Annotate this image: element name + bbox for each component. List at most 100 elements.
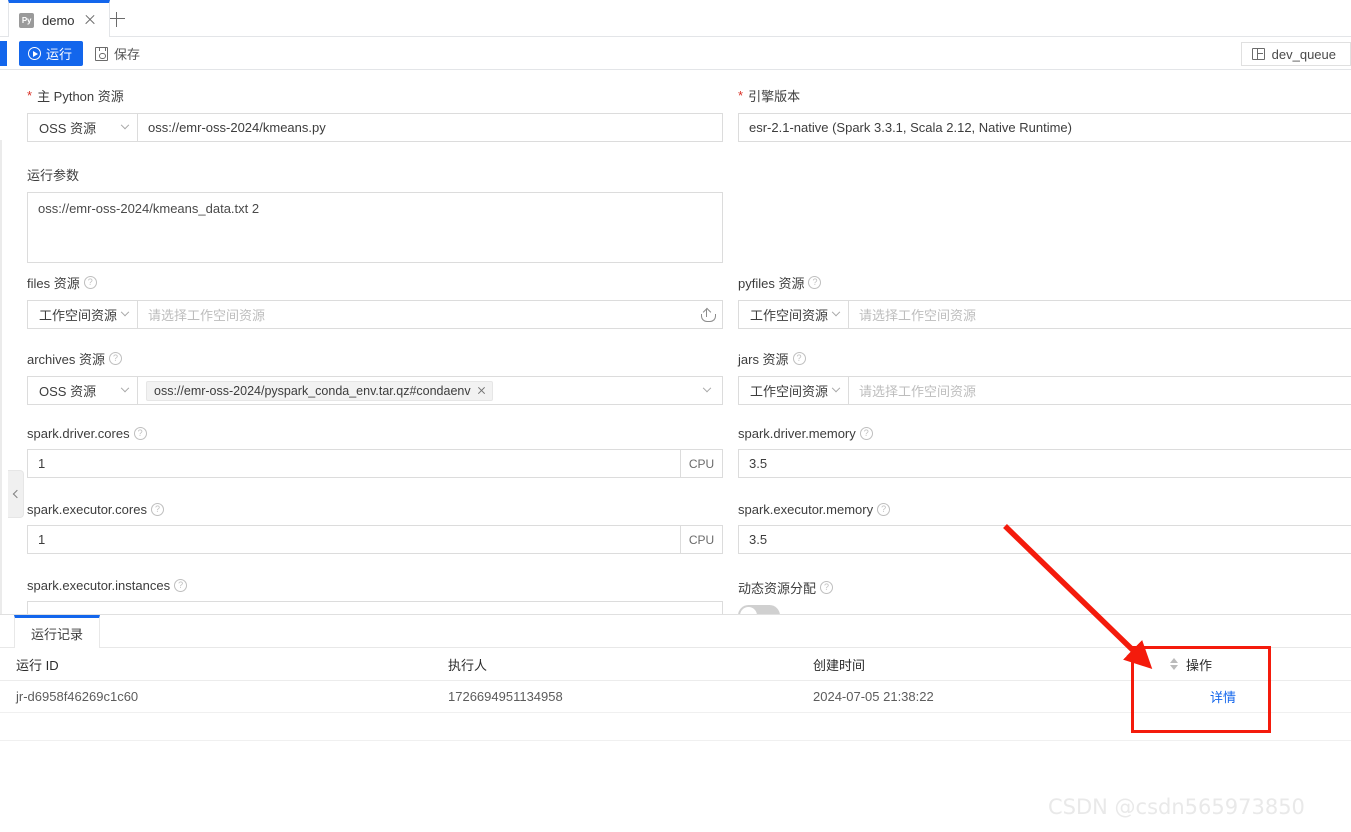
executor-instances-input-group <box>27 601 723 615</box>
save-disk-icon <box>95 46 108 61</box>
question-circle-icon[interactable]: ? <box>133 427 147 440</box>
jars-resource-input[interactable]: 请选择工作空间资源 <box>849 377 1351 404</box>
question-circle-icon[interactable]: ? <box>174 579 188 592</box>
field-run-params: 运行参数 oss://emr-oss-2024/kmeans_data.txt … <box>27 165 723 263</box>
chevron-down-icon <box>120 120 130 129</box>
field-archives-resource: archives 资源 ? OSS 资源 oss://emr-oss-2024/… <box>27 349 723 405</box>
tab-demo[interactable]: Py demo <box>8 0 110 37</box>
field-label-executor-memory: spark.executor.memory ? <box>738 502 1351 517</box>
run-button-label: 运行 <box>46 47 73 62</box>
field-label-main-python: * 主 Python 资源 <box>27 86 723 105</box>
label-text: files 资源 <box>27 276 80 291</box>
question-circle-icon[interactable]: ? <box>792 352 806 365</box>
files-upload-button[interactable] <box>692 301 722 328</box>
chevron-down-icon <box>120 383 130 392</box>
question-circle-icon[interactable]: ? <box>877 503 891 516</box>
pyfiles-input-group: 工作空间资源 请选择工作空间资源 <box>738 300 1351 329</box>
question-circle-icon[interactable]: ? <box>859 427 873 440</box>
question-circle-icon[interactable]: ? <box>150 503 164 516</box>
source-select-value: 工作空间资源 <box>39 308 118 323</box>
column-header-operator: 执行人 <box>448 657 488 673</box>
field-label-executor-instances: spark.executor.instances ? <box>27 578 723 593</box>
pyfiles-source-select[interactable]: 工作空间资源 <box>739 301 849 328</box>
source-select-value: OSS 资源 <box>39 121 97 136</box>
column-header-action: 操作 <box>1186 657 1213 673</box>
field-engine-version: * 引擎版本 esr-2.1-native (Spark 3.3.1, Scal… <box>738 86 1351 142</box>
files-input-group: 工作空间资源 请选择工作空间资源 <box>27 300 723 329</box>
label-text: spark.executor.memory <box>738 502 874 517</box>
field-label-driver-cores: spark.driver.cores ? <box>27 426 723 441</box>
field-label-run-params: 运行参数 <box>27 165 723 184</box>
executor-cores-input-group: 1 CPU <box>27 525 723 554</box>
field-label-files: files 资源 ? <box>27 273 723 292</box>
label-text: 主 Python 资源 <box>37 89 124 104</box>
question-circle-icon[interactable]: ? <box>808 276 822 289</box>
executor-memory-input[interactable]: 3.5 <box>738 525 1351 554</box>
table-row: jr-d6958f46269c1c60 1726694951134958 202… <box>0 681 1351 713</box>
tab-run-records[interactable]: 运行记录 <box>14 615 101 648</box>
run-params-textarea[interactable]: oss://emr-oss-2024/kmeans_data.txt 2 <box>27 192 723 263</box>
pyfiles-resource-input[interactable]: 请选择工作空间资源 <box>849 301 1351 328</box>
plus-icon[interactable] <box>108 10 126 28</box>
cell-operator: 1726694951134958 <box>448 689 563 704</box>
jars-input-group: 工作空间资源 请选择工作空间资源 <box>738 376 1351 405</box>
upload-cloud-icon <box>700 307 716 322</box>
question-circle-icon[interactable]: ? <box>109 352 123 365</box>
form-left-edge <box>0 140 2 615</box>
field-dynamic-allocation: 动态资源分配 ? <box>738 578 1351 615</box>
driver-memory-input[interactable]: 3.5 <box>738 449 1351 478</box>
cell-created-at: 2024-07-05 21:38:22 <box>813 689 934 704</box>
label-text: pyfiles 资源 <box>738 276 805 291</box>
archives-dropdown-toggle[interactable] <box>692 377 722 404</box>
column-header-run-id: 运行 ID <box>16 657 59 673</box>
cell-run-id: jr-d6958f46269c1c60 <box>16 689 139 704</box>
sort-updown-icon[interactable] <box>1170 658 1178 670</box>
driver-cores-input[interactable]: 1 <box>28 450 680 477</box>
field-label-dynamic-allocation: 动态资源分配 ? <box>738 578 1351 597</box>
chevron-down-icon <box>831 307 841 316</box>
label-text: archives 资源 <box>27 352 106 367</box>
sidebar-collapse-handle[interactable] <box>8 470 24 518</box>
field-pyfiles-resource: pyfiles 资源 ? 工作空间资源 请选择工作空间资源 <box>738 273 1351 329</box>
close-icon[interactable] <box>477 386 486 395</box>
queue-label: dev_queue <box>1271 46 1336 62</box>
field-executor-cores: spark.executor.cores ? 1 CPU <box>27 502 723 554</box>
required-marker: * <box>27 88 33 103</box>
csdn-watermark: CSDN @csdn565973850 <box>1048 795 1305 819</box>
field-executor-instances: spark.executor.instances ? <box>27 578 723 615</box>
label-text: spark.executor.cores <box>27 502 147 517</box>
main-python-path-input[interactable]: oss://emr-oss-2024/kmeans.py <box>138 114 722 141</box>
archives-input-group: OSS 资源 oss://emr-oss-2024/pyspark_conda_… <box>27 376 723 405</box>
main-python-source-select[interactable]: OSS 资源 <box>28 114 138 141</box>
save-button[interactable]: 保存 <box>89 41 146 66</box>
executor-cores-input[interactable]: 1 <box>28 526 680 553</box>
toolbar-accent-strip <box>0 41 7 66</box>
label-text: jars 资源 <box>738 352 789 367</box>
close-icon[interactable] <box>83 13 97 27</box>
job-config-form: * 主 Python 资源 OSS 资源 oss://emr-oss-2024/… <box>0 70 1351 615</box>
archives-resource-input[interactable]: oss://emr-oss-2024/pyspark_conda_env.tar… <box>138 377 692 404</box>
field-label-archives: archives 资源 ? <box>27 349 723 368</box>
files-resource-input[interactable]: 请选择工作空间资源 <box>138 301 692 328</box>
archives-source-select[interactable]: OSS 资源 <box>28 377 138 404</box>
label-text: spark.executor.instances <box>27 578 171 593</box>
chevron-down-icon <box>702 383 712 392</box>
label-text: spark.driver.memory <box>738 426 856 441</box>
queue-selector[interactable]: dev_queue <box>1240 42 1351 66</box>
column-header-created-at: 创建时间 <box>813 657 866 673</box>
label-text: 动态资源分配 <box>738 581 817 596</box>
save-button-label: 保存 <box>114 47 141 62</box>
question-circle-icon[interactable]: ? <box>83 276 97 289</box>
chevron-down-icon <box>120 307 130 316</box>
play-circle-icon <box>28 47 41 60</box>
question-circle-icon[interactable]: ? <box>820 581 834 594</box>
detail-link[interactable]: 详情 <box>1210 687 1236 706</box>
field-executor-memory: spark.executor.memory ? 3.5 <box>738 502 1351 554</box>
files-source-select[interactable]: 工作空间资源 <box>28 301 138 328</box>
run-button[interactable]: 运行 <box>19 41 84 66</box>
run-records-table: 运行 ID 执行人 创建时间 操作 jr-d6958f46269c1c60 17… <box>0 648 1351 741</box>
field-label-executor-cores: spark.executor.cores ? <box>27 502 723 517</box>
engine-version-select[interactable]: esr-2.1-native (Spark 3.3.1, Scala 2.12,… <box>738 113 1351 142</box>
field-main-python-resource: * 主 Python 资源 OSS 资源 oss://emr-oss-2024/… <box>27 86 723 142</box>
jars-source-select[interactable]: 工作空间资源 <box>739 377 849 404</box>
